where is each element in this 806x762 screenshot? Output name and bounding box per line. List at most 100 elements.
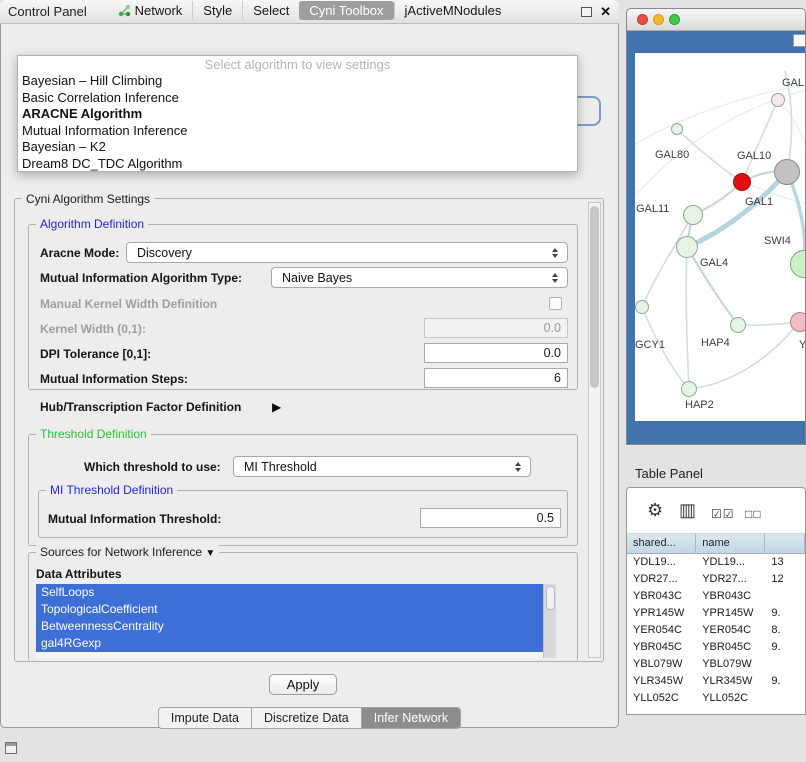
network-node-hap4[interactable] <box>730 317 746 333</box>
network-node[interactable] <box>683 205 703 225</box>
data-attributes-items: SelfLoops TopologicalCoefficient Between… <box>36 584 543 658</box>
manual-kernel-label: Manual Kernel Width Definition <box>40 297 217 311</box>
dropdown-item[interactable]: Mutual Information Inference <box>18 123 577 140</box>
cell-value <box>765 588 805 605</box>
cell-value: 9. <box>765 605 805 622</box>
dropdown-item[interactable]: Bayesian – Hill Climbing <box>18 73 577 90</box>
network-node-gal10[interactable] <box>733 173 751 191</box>
tab-jactivemnodules-label: jActiveMNodules <box>405 3 502 18</box>
mi-threshold-label: Mutual Information Threshold: <box>48 512 221 526</box>
settings-scrollbar[interactable] <box>588 202 601 658</box>
cell-shared: YBL079W <box>627 656 696 673</box>
tab-cyni-toolbox[interactable]: Cyni Toolbox <box>299 1 393 20</box>
table-row[interactable]: YLR345W YLR345W 9. <box>627 673 805 690</box>
table-row[interactable]: YPR145W YPR145W 9. <box>627 605 805 622</box>
cell-name: YLL052C <box>696 690 765 707</box>
columns-icon[interactable]: ▥ <box>679 500 696 520</box>
settings-scrollbar-thumb[interactable] <box>590 206 599 388</box>
algorithm-definition-title: Algorithm Definition <box>36 217 148 231</box>
network-node[interactable] <box>671 123 683 135</box>
mi-steps-field[interactable]: 6 <box>424 368 568 388</box>
minimize-traffic-light[interactable] <box>653 14 664 25</box>
tab-network-label: Network <box>135 3 183 18</box>
table-body: YDL19... YDL19... 13 YDR27... YDR27... 1… <box>627 554 805 707</box>
gear-icon[interactable]: ⚙ <box>647 500 663 520</box>
dpi-tolerance-field[interactable]: 0.0 <box>424 343 568 363</box>
dropdown-item[interactable]: Bayesian – K2 <box>18 139 577 156</box>
tab-infer-network[interactable]: Infer Network <box>361 707 461 729</box>
mi-threshold-field[interactable]: 0.5 <box>420 508 561 528</box>
tab-impute-data-label: Impute Data <box>171 711 239 725</box>
mi-type-combo[interactable]: Naive Bayes <box>271 267 568 288</box>
attribute-item-selected[interactable]: TopologicalCoefficient <box>36 601 543 618</box>
cell-name: YLR345W <box>696 673 765 690</box>
sources-group-title: Sources for Network Inference ▼ <box>36 545 219 559</box>
cell-name: YDR27... <box>696 571 765 588</box>
dropdown-placeholder: Select algorithm to view settings <box>18 56 577 73</box>
network-node-hap2[interactable] <box>681 381 697 397</box>
restore-panel-icon[interactable] <box>5 742 17 754</box>
apply-button[interactable]: Apply <box>269 674 337 695</box>
select-all-rows-icon[interactable]: ☑☑ <box>711 504 735 524</box>
cell-shared: YBR045C <box>627 639 696 656</box>
close-traffic-light[interactable] <box>637 14 648 25</box>
tab-style-label: Style <box>203 3 232 18</box>
tab-impute-data[interactable]: Impute Data <box>158 707 252 729</box>
network-node[interactable] <box>790 312 806 332</box>
table-row[interactable]: YBR043C YBR043C <box>627 588 805 605</box>
tab-jactivemnodules[interactable]: jActiveMNodules <box>394 1 512 20</box>
table-row[interactable]: YDR27... YDR27... 12 <box>627 571 805 588</box>
attribute-item-selected[interactable]: BetweennessCentrality <box>36 618 543 635</box>
cell-value <box>765 656 805 673</box>
mi-threshold-value: 0.5 <box>537 511 554 525</box>
tab-style[interactable]: Style <box>192 1 242 20</box>
cell-name: YBR043C <box>696 588 765 605</box>
tab-infer-network-label: Infer Network <box>374 711 448 725</box>
cell-shared: YLL052C <box>627 690 696 707</box>
network-window-titlebar <box>627 9 805 31</box>
which-threshold-combo[interactable]: MI Threshold <box>233 456 531 477</box>
collapse-down-icon[interactable]: ▼ <box>205 548 215 559</box>
tab-select[interactable]: Select <box>242 1 299 20</box>
which-threshold-value: MI Threshold <box>234 460 511 474</box>
tab-discretize-data[interactable]: Discretize Data <box>251 707 362 729</box>
manual-kernel-checkbox[interactable] <box>549 297 562 310</box>
apply-button-label: Apply <box>287 677 320 692</box>
cell-shared: YLR345W <box>627 673 696 690</box>
network-node[interactable] <box>771 93 785 107</box>
tab-discretize-data-label: Discretize Data <box>264 711 349 725</box>
node-label: HAP4 <box>701 337 730 349</box>
dropdown-item[interactable]: Dream8 DC_TDC Algorithm <box>18 156 577 173</box>
dropdown-item-selected[interactable]: ARACNE Algorithm <box>18 106 577 123</box>
column-header-shared[interactable]: shared... <box>627 534 696 553</box>
cell-shared: YPR145W <box>627 605 696 622</box>
table-row[interactable]: YLL052C YLL052C <box>627 690 805 707</box>
table-row[interactable]: YBR045C YBR045C 9. <box>627 639 805 656</box>
collapse-right-icon[interactable]: ▶ <box>272 400 281 414</box>
kernel-width-field[interactable]: 0.0 <box>424 318 568 338</box>
zoom-traffic-light[interactable] <box>669 14 680 25</box>
dpi-tolerance-value: 0.0 <box>544 346 561 360</box>
network-node-gal1[interactable] <box>774 159 800 185</box>
deselect-all-rows-icon[interactable]: □□ <box>745 504 762 524</box>
network-node[interactable] <box>635 300 649 314</box>
combo-arrows-icon <box>548 248 562 258</box>
attribute-list-scrollbar[interactable] <box>543 584 556 658</box>
column-header-value[interactable] <box>765 534 805 553</box>
table-row[interactable]: YBL079W YBL079W <box>627 656 805 673</box>
cell-name: YPR145W <box>696 605 765 622</box>
column-header-name[interactable]: name <box>696 534 765 553</box>
node-label: GAL <box>782 77 804 89</box>
attribute-item-selected[interactable]: gal4RGexp <box>36 635 543 652</box>
network-node-gal4[interactable] <box>676 236 698 258</box>
tab-network[interactable]: Network <box>108 1 193 20</box>
dropdown-item[interactable]: Basic Correlation Inference <box>18 90 577 107</box>
attribute-item-selected[interactable]: SelfLoops <box>36 584 543 601</box>
table-row[interactable]: YDL19... YDL19... 13 <box>627 554 805 571</box>
aracne-mode-combo[interactable]: Discovery <box>126 242 568 263</box>
cyni-settings-group-title: Cyni Algorithm Settings <box>22 192 154 206</box>
table-row[interactable]: YER054C YER054C 8. <box>627 622 805 639</box>
network-canvas[interactable]: GAL GAL80 GAL10 GAL11 GAL1 SWI4 GAL4 GCY… <box>635 53 806 421</box>
table-toolbar: ⚙ ▥ ☑☑ □□ <box>627 488 805 534</box>
attribute-list-scrollbar-thumb[interactable] <box>546 586 555 610</box>
